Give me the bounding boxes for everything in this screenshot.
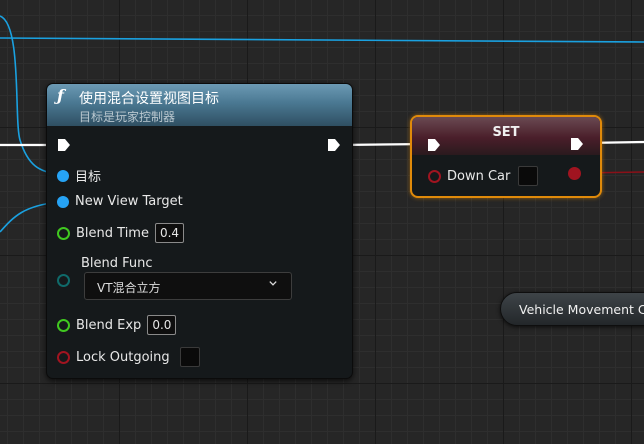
- pin-label-target: 目标: [75, 170, 102, 185]
- node-header[interactable]: ƒ 使用混合设置视图目标 目标是玩家控制器: [47, 84, 352, 126]
- node-subtitle: 目标是玩家控制器: [79, 110, 176, 124]
- float-pin-icon[interactable]: [57, 318, 70, 332]
- pin-row-blend-time: Blend Time 0.4: [57, 223, 185, 243]
- pin-label-blend-exp: Blend Exp: [76, 317, 142, 333]
- pin-row-target: 目标: [57, 166, 101, 185]
- blend-time-input[interactable]: 0.4: [154, 223, 185, 243]
- pin-label-blend-func: Blend Func: [81, 256, 153, 271]
- vehicle-movement-component-node[interactable]: Vehicle Movement Co: [500, 292, 644, 326]
- bool-pin-icon[interactable]: [428, 169, 441, 183]
- chevron-down-icon: [269, 281, 277, 286]
- pin-row-blend-exp: Blend Exp 0.0: [57, 315, 177, 335]
- pin-row-down-car: Down Car: [428, 166, 539, 186]
- pin-row-new-view-target: New View Target: [57, 194, 183, 209]
- exec-out-pin-icon[interactable]: [570, 137, 584, 151]
- blend-exp-input[interactable]: 0.0: [147, 315, 177, 335]
- object-wire-top: [0, 37, 644, 43]
- set-variable-node[interactable]: SET Down Car: [410, 115, 602, 198]
- pin-label-blend-time: Blend Time: [76, 225, 149, 241]
- float-pin-icon[interactable]: [57, 226, 70, 240]
- exec-out-pin-icon[interactable]: [327, 138, 341, 152]
- pin-row-lock-outgoing: Lock Outgoing: [57, 347, 200, 367]
- exec-in-pin-icon[interactable]: [427, 138, 441, 152]
- pin-label-down-car: Down Car: [447, 168, 511, 184]
- set-view-target-with-blend-node[interactable]: ƒ 使用混合设置视图目标 目标是玩家控制器 目标 New View Target…: [46, 83, 353, 379]
- pin-label-lock-outgoing: Lock Outgoing: [76, 349, 170, 365]
- lock-outgoing-checkbox[interactable]: [179, 347, 200, 367]
- vehicle-movement-label: Vehicle Movement Co: [519, 302, 644, 317]
- object-pin-icon[interactable]: [57, 169, 69, 182]
- bool-out-pin-icon[interactable]: [568, 167, 581, 180]
- node-title: 使用混合设置视图目标: [79, 91, 219, 107]
- object-pin-icon[interactable]: [57, 195, 69, 208]
- bool-pin-icon[interactable]: [57, 350, 70, 364]
- down-car-checkbox[interactable]: [518, 166, 539, 186]
- byte-pin-icon[interactable]: [57, 274, 70, 287]
- exec-in-pin-icon[interactable]: [57, 138, 71, 152]
- blend-func-value: VT混合立方: [97, 281, 161, 295]
- blend-func-dropdown[interactable]: VT混合立方: [84, 272, 292, 300]
- function-icon: ƒ: [57, 86, 64, 105]
- pin-label-new-view-target: New View Target: [75, 194, 183, 209]
- pin-row-blend-func-label: Blend Func: [81, 256, 153, 271]
